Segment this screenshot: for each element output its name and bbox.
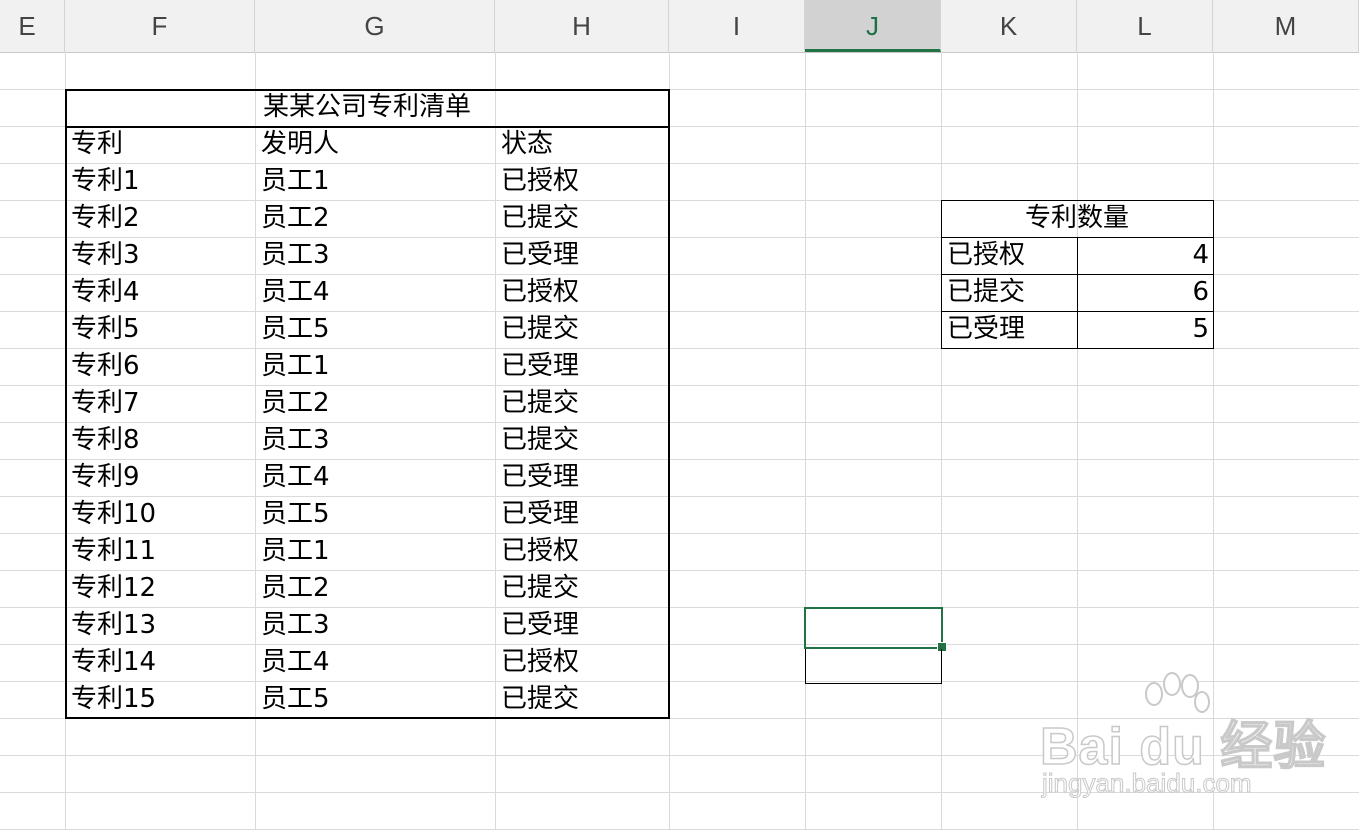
patent-table-cell[interactable]: 专利7: [65, 385, 255, 422]
summary-table-border-right: [1213, 200, 1214, 349]
patent-table-cell[interactable]: 已提交: [495, 422, 669, 459]
patent-table-cell[interactable]: 已提交: [495, 681, 669, 718]
patent-table-cell[interactable]: 已受理: [495, 459, 669, 496]
summary-table-title[interactable]: 专利数量: [941, 200, 1213, 237]
patent-table-cell[interactable]: 已提交: [495, 311, 669, 348]
patent-table-cell[interactable]: 专利6: [65, 348, 255, 385]
patent-table-cell[interactable]: 已授权: [495, 533, 669, 570]
patent-table-header[interactable]: 发明人: [255, 126, 495, 163]
patent-table-border-title: [65, 126, 669, 128]
column-header-l[interactable]: L: [1077, 0, 1213, 52]
summary-count-value[interactable]: 5: [1077, 311, 1213, 348]
patent-table-cell[interactable]: 员工1: [255, 533, 495, 570]
patent-table-cell[interactable]: 专利9: [65, 459, 255, 496]
patent-table-cell[interactable]: 专利4: [65, 274, 255, 311]
column-header-m[interactable]: M: [1213, 0, 1359, 52]
patent-table-cell[interactable]: 已受理: [495, 496, 669, 533]
column-header-h[interactable]: H: [495, 0, 669, 52]
patent-table-cell[interactable]: 专利12: [65, 570, 255, 607]
patent-table-cell[interactable]: 已受理: [495, 607, 669, 644]
patent-table-cell[interactable]: 专利8: [65, 422, 255, 459]
column-header-j[interactable]: J: [805, 0, 941, 52]
summary-count-value[interactable]: 6: [1077, 274, 1213, 311]
patent-table-cell[interactable]: 员工3: [255, 422, 495, 459]
patent-table-cell[interactable]: 员工5: [255, 681, 495, 718]
summary-table-hline: [941, 200, 1213, 201]
patent-table-cell[interactable]: 员工4: [255, 644, 495, 681]
patent-table-cell[interactable]: 员工2: [255, 385, 495, 422]
bordered-cell[interactable]: [805, 649, 942, 684]
summary-status-label[interactable]: 已提交: [941, 274, 1077, 311]
patent-table-cell[interactable]: 员工4: [255, 459, 495, 496]
column-header-f[interactable]: F: [65, 0, 255, 52]
patent-table-cell[interactable]: 专利11: [65, 533, 255, 570]
patent-table-cell[interactable]: 员工3: [255, 237, 495, 274]
patent-table-header[interactable]: 状态: [495, 126, 669, 163]
patent-table-cell[interactable]: 已授权: [495, 274, 669, 311]
patent-table-cell[interactable]: 已提交: [495, 385, 669, 422]
patent-table-cell[interactable]: 员工2: [255, 570, 495, 607]
column-header-k[interactable]: K: [941, 0, 1077, 52]
patent-table-cell[interactable]: 已受理: [495, 348, 669, 385]
column-header-bar: EFGHIJKLM: [0, 0, 1359, 53]
selected-cell[interactable]: [804, 607, 943, 649]
summary-status-label[interactable]: 已受理: [941, 311, 1077, 348]
patent-table-cell[interactable]: 员工5: [255, 311, 495, 348]
patent-table-cell[interactable]: 专利13: [65, 607, 255, 644]
summary-count-value[interactable]: 4: [1077, 237, 1213, 274]
patent-table-title[interactable]: 某某公司专利清单: [65, 89, 669, 126]
patent-table-border-left: [65, 89, 67, 719]
patent-table-cell[interactable]: 专利14: [65, 644, 255, 681]
patent-table-cell[interactable]: 员工3: [255, 607, 495, 644]
patent-table-border-bottom: [65, 717, 669, 719]
summary-table-divider: [1077, 237, 1078, 349]
grid-vline: [941, 52, 942, 830]
patent-table-cell[interactable]: 专利5: [65, 311, 255, 348]
watermark: Bai du 经验 jingyan.baidu.com: [1039, 672, 1340, 810]
patent-table-cell[interactable]: 员工5: [255, 496, 495, 533]
patent-table-cell[interactable]: 已受理: [495, 237, 669, 274]
patent-table-cell[interactable]: 已提交: [495, 200, 669, 237]
patent-table-cell[interactable]: 专利15: [65, 681, 255, 718]
patent-table-cell[interactable]: 已授权: [495, 644, 669, 681]
summary-status-label[interactable]: 已授权: [941, 237, 1077, 274]
patent-table-border-top: [65, 89, 669, 91]
watermark-url-text: jingyan.baidu.com: [1042, 768, 1253, 799]
patent-table-border-right: [668, 89, 670, 719]
patent-table-cell[interactable]: 专利10: [65, 496, 255, 533]
patent-table-cell[interactable]: 员工1: [255, 348, 495, 385]
patent-table-cell[interactable]: 专利3: [65, 237, 255, 274]
patent-table-cell[interactable]: 专利2: [65, 200, 255, 237]
patent-table-cell[interactable]: 员工1: [255, 163, 495, 200]
patent-table-header[interactable]: 专利: [65, 126, 255, 163]
grid-vline: [805, 52, 806, 830]
patent-table-cell[interactable]: 专利1: [65, 163, 255, 200]
patent-table-cell[interactable]: 已提交: [495, 570, 669, 607]
patent-table-cell[interactable]: 员工4: [255, 274, 495, 311]
column-header-e[interactable]: E: [0, 0, 65, 52]
column-header-i[interactable]: I: [669, 0, 805, 52]
patent-table-cell[interactable]: 员工2: [255, 200, 495, 237]
column-header-g[interactable]: G: [255, 0, 495, 52]
patent-table-cell[interactable]: 已授权: [495, 163, 669, 200]
summary-table-border-left: [941, 200, 942, 349]
